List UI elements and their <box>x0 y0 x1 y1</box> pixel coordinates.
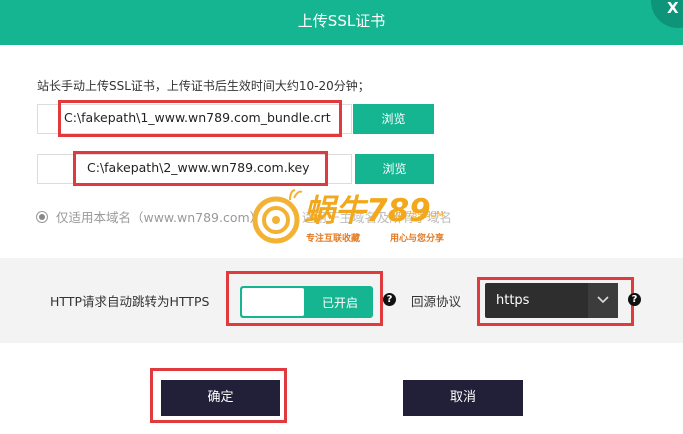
cancel-button[interactable]: 取消 <box>403 380 523 416</box>
redirect-help-icon[interactable]: ? <box>383 293 396 306</box>
confirm-button[interactable]: 确定 <box>161 380 280 416</box>
chevron-down-icon[interactable] <box>588 283 618 318</box>
scope-option-label: 仅适用本域名（www.wn789.com） <box>55 210 263 225</box>
cert-file-path: C:\fakepath\1_www.wn789.com_bundle.crt <box>64 110 331 125</box>
protocol-select-value: https <box>496 293 530 308</box>
protocol-help-icon[interactable]: ? <box>628 293 641 306</box>
key-file-path: C:\fakepath\2_www.wn789.com.key <box>87 160 310 175</box>
http-redirect-label: HTTP请求自动跳转为HTTPS <box>50 294 210 309</box>
radio-selected-icon <box>36 211 48 223</box>
scope-option-obscured: 适用于主域名及所有子域名 <box>302 210 453 225</box>
scope-radio[interactable]: 仅适用本域名（www.wn789.com） <box>36 207 262 226</box>
dialog-header: 上传SSL证书 X <box>0 0 683 45</box>
toggle-knob <box>242 288 304 316</box>
watermark-tagline-1: 专注互联收藏 <box>306 234 361 244</box>
key-browse-button[interactable]: 浏览 <box>355 154 434 184</box>
cert-browse-button[interactable]: 浏览 <box>353 104 434 134</box>
protocol-label: 回源协议 <box>411 294 462 309</box>
cert-file-row: C:\fakepath\1_www.wn789.com_bundle.crt 浏… <box>37 104 434 134</box>
key-file-row: C:\fakepath\2_www.wn789.com.key 浏览 <box>37 154 434 184</box>
protocol-select[interactable]: https <box>485 283 618 318</box>
https-redirect-toggle[interactable]: 已开启 <box>240 286 373 318</box>
watermark-tagline-2: 用心与您分享 <box>390 234 445 244</box>
dialog-title: 上传SSL证书 <box>297 12 386 30</box>
close-icon[interactable]: X <box>667 0 679 17</box>
toggle-state-label: 已开启 <box>322 296 359 310</box>
intro-text: 站长手动上传SSL证书，上传证书后生效时间大约10-20分钟； <box>37 79 370 93</box>
